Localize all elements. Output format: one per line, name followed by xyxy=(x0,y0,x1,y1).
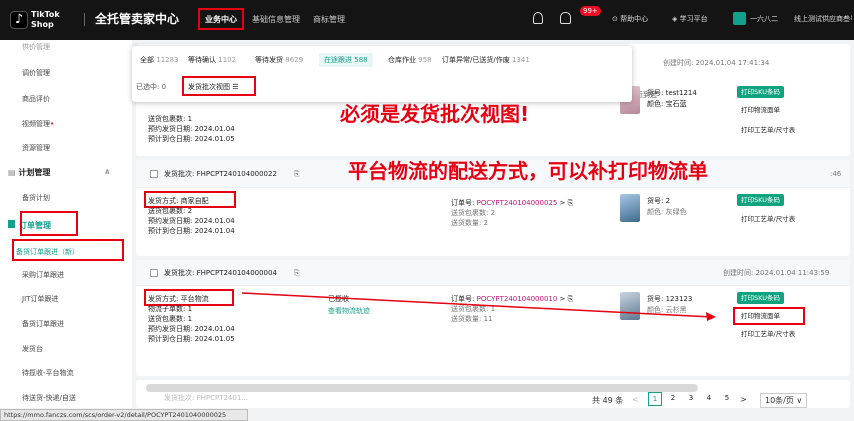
annotation-batch-view: 必须是发货批次视图! xyxy=(340,102,530,126)
annotation-arrow xyxy=(241,292,716,321)
annotation-platform-logistics: 平台物流的配送方式，可以补打印物流单 xyxy=(348,159,708,183)
